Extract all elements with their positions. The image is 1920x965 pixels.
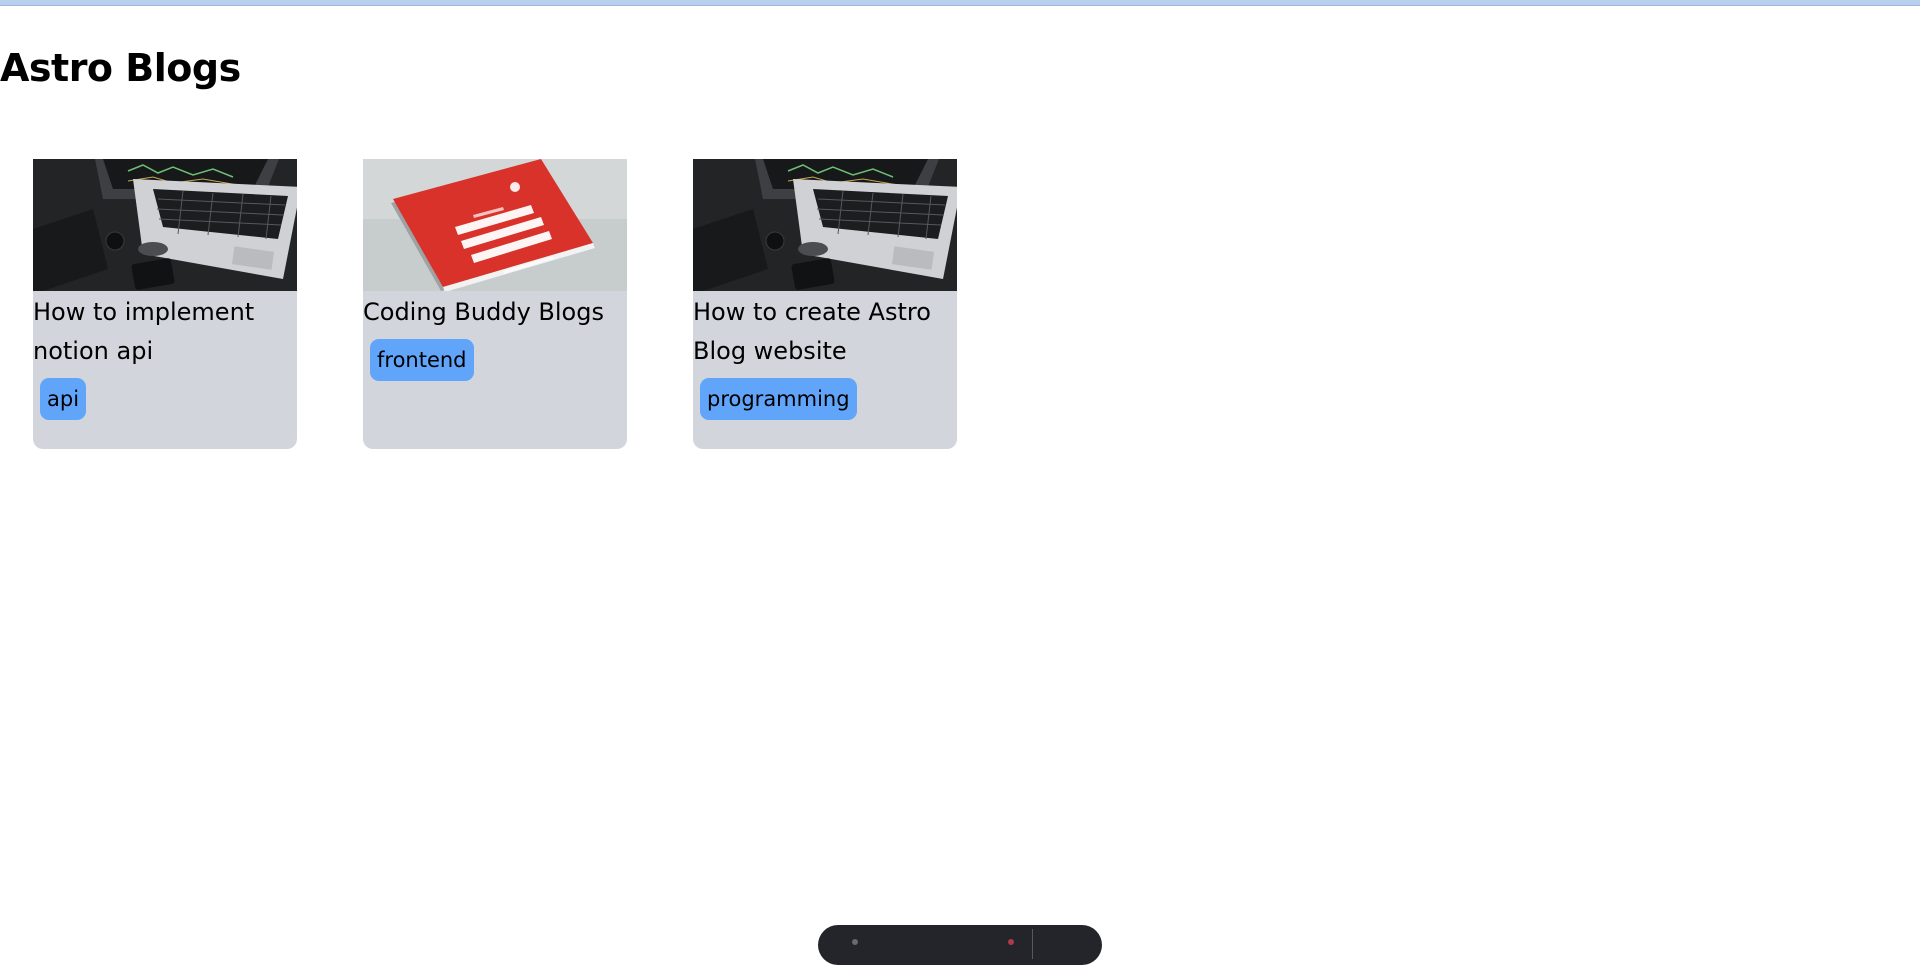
- toolbar-divider: [1032, 929, 1033, 959]
- blog-card[interactable]: Coding Buddy Blogs frontend: [363, 159, 627, 449]
- tag-badge[interactable]: api: [40, 378, 87, 420]
- tag-badge[interactable]: programming: [700, 378, 857, 420]
- dev-toolbar[interactable]: [818, 925, 1102, 965]
- toolbar-icon[interactable]: [1008, 939, 1014, 945]
- card-title[interactable]: How to implement notion api: [33, 291, 297, 371]
- browser-top-edge: [0, 0, 1920, 6]
- blog-card[interactable]: How to create Astro Blog website program…: [693, 159, 957, 449]
- laptop-code-image: [33, 159, 297, 291]
- laptop-code-image: [693, 159, 957, 291]
- tag-badge[interactable]: frontend: [370, 339, 474, 381]
- card-title[interactable]: How to create Astro Blog website: [693, 291, 957, 371]
- javascript-book-image: [363, 159, 627, 291]
- toolbar-icon[interactable]: [852, 939, 858, 945]
- blog-card-list: How to implement notion api api Coding B…: [33, 159, 957, 449]
- page-title: Astro Blogs: [0, 46, 241, 90]
- blog-card[interactable]: How to implement notion api api: [33, 159, 297, 449]
- card-title[interactable]: Coding Buddy Blogs: [363, 291, 627, 332]
